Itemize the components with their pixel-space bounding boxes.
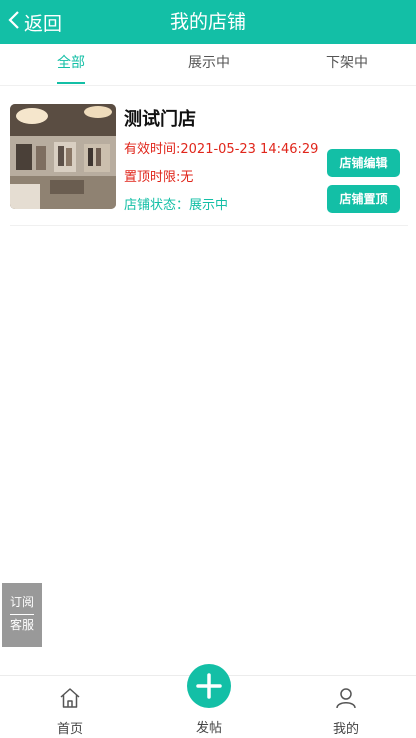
nav-mine[interactable]: 我的 (306, 676, 386, 738)
nav-home-label: 首页 (56, 722, 83, 737)
store-status: 店铺状态：展示中 (124, 198, 229, 213)
top-time-limit: 置顶时限:无 (124, 170, 194, 185)
valid-time: 有效时间:2021-05-23 14:46:29 (124, 142, 319, 157)
top-bar: 返回 我的店铺 (0, 0, 416, 44)
edit-store-button[interactable]: 店铺编辑 (327, 149, 400, 177)
home-icon (58, 686, 82, 710)
store-card[interactable]: 测试门店 有效时间:2021-05-23 14:46:29 置顶时限:无 店铺状… (10, 100, 408, 226)
nav-mine-label: 我的 (332, 722, 359, 737)
service-label: 客服 (9, 618, 34, 632)
store-name: 测试门店 (124, 109, 196, 130)
tab-label: 下架中 (326, 55, 368, 71)
tab-label: 全部 (57, 55, 85, 71)
tab-all[interactable]: 全部 (35, 44, 107, 86)
nav-post-label: 发帖 (195, 721, 222, 736)
divider (10, 614, 34, 615)
active-tab-indicator (57, 82, 85, 84)
subscribe-service-float[interactable]: 订阅 客服 (2, 583, 42, 647)
tab-offline[interactable]: 下架中 (310, 44, 384, 86)
page-title: 我的店铺 (169, 11, 246, 33)
post-button[interactable] (187, 664, 231, 708)
user-icon (334, 686, 358, 710)
tab-label: 展示中 (188, 55, 230, 71)
nav-home[interactable]: 首页 (30, 676, 110, 738)
store-photo (10, 104, 116, 209)
tab-showing[interactable]: 展示中 (172, 44, 246, 86)
pin-store-button[interactable]: 店铺置顶 (327, 185, 400, 213)
subscribe-label: 订阅 (9, 595, 34, 609)
tab-bar: 全部 展示中 下架中 (0, 44, 416, 86)
